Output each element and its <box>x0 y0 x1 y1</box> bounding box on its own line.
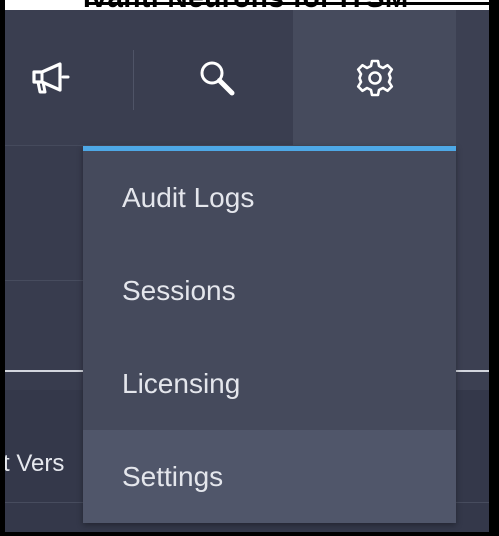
menu-item-settings[interactable]: Settings <box>83 430 456 523</box>
page-heading-strip: Ivanti Neurons for ITSM <box>5 0 489 10</box>
settings-button[interactable] <box>293 10 456 145</box>
app-window: t Vers Audit Logs Sessions Licensing Set… <box>5 10 489 532</box>
background-divider <box>5 280 83 281</box>
search-icon <box>196 57 238 99</box>
menu-item-audit-logs[interactable]: Audit Logs <box>83 151 456 244</box>
top-toolbar <box>5 10 489 145</box>
menu-item-licensing[interactable]: Licensing <box>83 337 456 430</box>
screen-frame-bottom <box>0 532 499 536</box>
megaphone-icon <box>30 61 70 95</box>
toolbar-divider <box>133 50 134 110</box>
column-header-partial: t Vers <box>5 450 65 477</box>
search-button[interactable] <box>140 10 293 145</box>
page-heading-underline <box>85 2 489 5</box>
screen-frame-right <box>489 0 499 536</box>
gear-icon <box>354 57 396 99</box>
announcements-button[interactable] <box>5 10 95 145</box>
menu-item-sessions[interactable]: Sessions <box>83 244 456 337</box>
settings-dropdown-menu: Audit Logs Sessions Licensing Settings <box>83 146 456 523</box>
